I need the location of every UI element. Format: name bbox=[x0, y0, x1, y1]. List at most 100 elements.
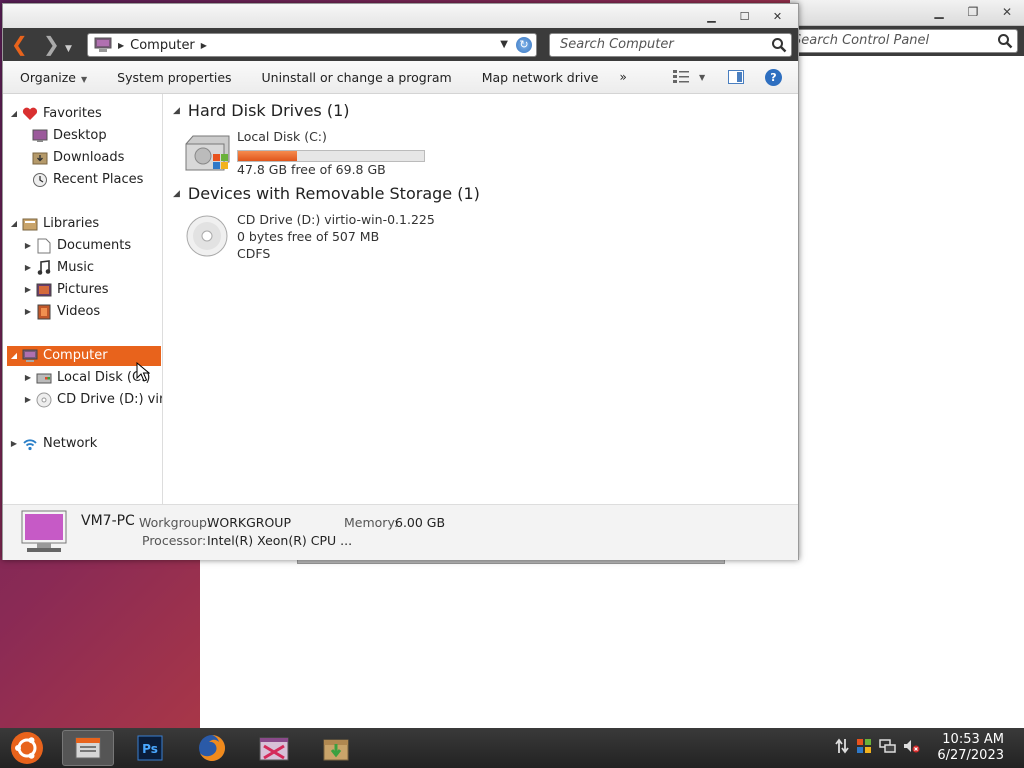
nav-item-recent-places[interactable]: Recent Places bbox=[19, 170, 143, 190]
collapsed-arrow-icon[interactable]: ▶ bbox=[9, 434, 19, 454]
map-network-drive-button[interactable]: Map network drive bbox=[467, 70, 614, 85]
close-icon[interactable]: ✕ bbox=[990, 0, 1024, 24]
pictures-icon bbox=[35, 282, 53, 298]
computer-icon bbox=[94, 37, 112, 52]
processor-label: Processor: bbox=[142, 533, 207, 548]
drive-filesystem-cd-drive: CDFS bbox=[237, 246, 271, 261]
breadcrumb-separator-icon[interactable]: ▶ bbox=[201, 41, 207, 50]
nav-item-favorites[interactable]: ◢ Favorites bbox=[9, 104, 102, 124]
downloads-folder-icon bbox=[31, 150, 49, 166]
chevron-down-icon: ▼ bbox=[81, 74, 88, 84]
system-properties-button[interactable]: System properties bbox=[102, 70, 246, 85]
expand-icon[interactable]: ◢ bbox=[9, 346, 19, 366]
collapsed-arrow-icon[interactable]: ▶ bbox=[23, 280, 33, 300]
explorer-window: ▁ ☐ ✕ ❮ ❯ ▼ ▶ Computer ▶ ▼ ↻ Search Comp… bbox=[2, 3, 799, 560]
start-button[interactable] bbox=[4, 730, 50, 766]
collapsed-arrow-icon[interactable]: ▶ bbox=[23, 368, 33, 388]
help-icon[interactable]: ? bbox=[765, 69, 782, 86]
nav-label-downloads: Downloads bbox=[53, 150, 125, 165]
nav-label-videos: Videos bbox=[57, 304, 101, 319]
nav-item-network[interactable]: ▶ Network bbox=[9, 434, 97, 454]
collapsed-arrow-icon[interactable]: ▶ bbox=[23, 302, 33, 322]
group-removable-storage[interactable]: ◢ Devices with Removable Storage (1) bbox=[173, 184, 480, 203]
explorer-titlebar[interactable]: ▁ ☐ ✕ bbox=[3, 4, 798, 28]
nav-item-music[interactable]: ▶ Music bbox=[23, 258, 94, 278]
search-icon[interactable] bbox=[997, 33, 1013, 49]
ubuntu-logo-icon bbox=[11, 732, 43, 764]
firefox-icon bbox=[199, 735, 225, 761]
back-button[interactable]: ❮ bbox=[11, 34, 28, 54]
videos-icon bbox=[35, 304, 53, 320]
music-icon bbox=[35, 260, 53, 276]
change-view-button[interactable]: ▼ bbox=[673, 70, 705, 84]
more-commands-button[interactable]: » bbox=[613, 70, 632, 84]
package-installer-icon bbox=[323, 739, 349, 761]
nav-item-local-disk[interactable]: ▶ Local Disk (C:) bbox=[23, 368, 151, 388]
nav-item-libraries[interactable]: ◢ Libraries bbox=[9, 214, 99, 234]
expand-icon[interactable]: ◢ bbox=[9, 214, 19, 234]
control-panel-search-input[interactable]: Search Control Panel bbox=[790, 29, 1018, 53]
nav-item-cd-drive[interactable]: ▶ CD Drive (D:) virtio-win-0.1.225 bbox=[23, 390, 162, 410]
minimize-icon[interactable]: ▁ bbox=[695, 8, 728, 24]
nav-label-recent-places: Recent Places bbox=[53, 172, 144, 187]
taskbar-control-panel[interactable] bbox=[248, 730, 300, 766]
drive-name-local-disk: Local Disk (C:) bbox=[237, 129, 327, 144]
recent-locations-chevron-icon[interactable]: ▼ bbox=[65, 39, 72, 59]
taskbar-firefox[interactable] bbox=[186, 730, 238, 766]
recent-places-icon bbox=[31, 172, 49, 188]
collapse-group-icon[interactable]: ◢ bbox=[173, 106, 180, 116]
restore-icon[interactable]: ❐ bbox=[956, 0, 990, 24]
memory-label: Memory: bbox=[344, 515, 399, 530]
control-panel-body bbox=[200, 560, 1024, 728]
network-tray-icon[interactable] bbox=[878, 738, 896, 754]
windows-flag-icon[interactable] bbox=[856, 738, 872, 754]
search-placeholder: Search Computer bbox=[560, 37, 674, 52]
search-icon[interactable] bbox=[771, 37, 787, 53]
expand-icon[interactable]: ◢ bbox=[9, 104, 19, 124]
hard-disk-icon bbox=[35, 370, 53, 386]
uninstall-program-button[interactable]: Uninstall or change a program bbox=[247, 70, 467, 85]
collapse-group-icon[interactable]: ◢ bbox=[173, 189, 180, 199]
taskbar-photoshop[interactable]: Ps bbox=[124, 730, 176, 766]
volume-muted-icon[interactable] bbox=[902, 738, 920, 754]
memory-value: 6.00 GB bbox=[395, 515, 446, 530]
heart-icon bbox=[21, 106, 39, 122]
breadcrumb-computer[interactable]: Computer bbox=[130, 38, 195, 53]
organize-button[interactable]: Organize ▼ bbox=[3, 70, 102, 85]
collapsed-arrow-icon[interactable]: ▶ bbox=[23, 236, 33, 256]
minimize-icon[interactable]: ▁ bbox=[922, 0, 956, 24]
drive-space-cd-drive: 0 bytes free of 507 MB bbox=[237, 229, 380, 244]
clock[interactable]: 10:53 AM 6/27/2023 bbox=[937, 732, 1004, 764]
collapsed-arrow-icon[interactable]: ▶ bbox=[23, 390, 33, 410]
organize-label: Organize bbox=[20, 69, 76, 85]
chevron-down-icon[interactable]: ▼ bbox=[699, 73, 705, 82]
nav-item-pictures[interactable]: ▶ Pictures bbox=[23, 280, 109, 300]
search-input[interactable]: Search Computer bbox=[549, 33, 792, 57]
action-center-icon[interactable] bbox=[834, 738, 850, 754]
refresh-icon[interactable]: ↻ bbox=[516, 37, 532, 53]
forward-button[interactable]: ❯ bbox=[43, 34, 60, 54]
control-panel-icon bbox=[259, 737, 289, 761]
group-hard-disk-drives[interactable]: ◢ Hard Disk Drives (1) bbox=[173, 101, 350, 120]
nav-item-documents[interactable]: ▶ Documents bbox=[23, 236, 131, 256]
taskbar: Ps 10:53 AM 6/27/2023 bbox=[0, 728, 1024, 768]
nav-item-desktop[interactable]: Desktop bbox=[19, 126, 107, 146]
computer-icon bbox=[21, 348, 39, 364]
taskbar-file-explorer[interactable] bbox=[62, 730, 114, 766]
collapsed-arrow-icon[interactable]: ▶ bbox=[23, 258, 33, 278]
network-icon bbox=[21, 436, 39, 452]
hard-disk-icon bbox=[185, 135, 230, 171]
address-bar[interactable]: ▶ Computer ▶ ▼ ↻ bbox=[87, 33, 537, 57]
preview-pane-icon[interactable] bbox=[728, 70, 744, 84]
address-dropdown-icon[interactable]: ▼ bbox=[500, 39, 508, 50]
drive-space-local-disk: 47.8 GB free of 69.8 GB bbox=[237, 162, 386, 177]
control-panel-toolbar: Search Control Panel bbox=[790, 26, 1024, 56]
breadcrumb-separator-icon[interactable]: ▶ bbox=[118, 41, 124, 50]
maximize-icon[interactable]: ☐ bbox=[728, 8, 761, 24]
nav-item-downloads[interactable]: Downloads bbox=[19, 148, 124, 168]
close-icon[interactable]: ✕ bbox=[761, 8, 794, 24]
libraries-icon bbox=[21, 216, 39, 232]
taskbar-installer[interactable] bbox=[310, 730, 362, 766]
nav-item-videos[interactable]: ▶ Videos bbox=[23, 302, 100, 322]
disk-usage-fill bbox=[238, 151, 297, 161]
